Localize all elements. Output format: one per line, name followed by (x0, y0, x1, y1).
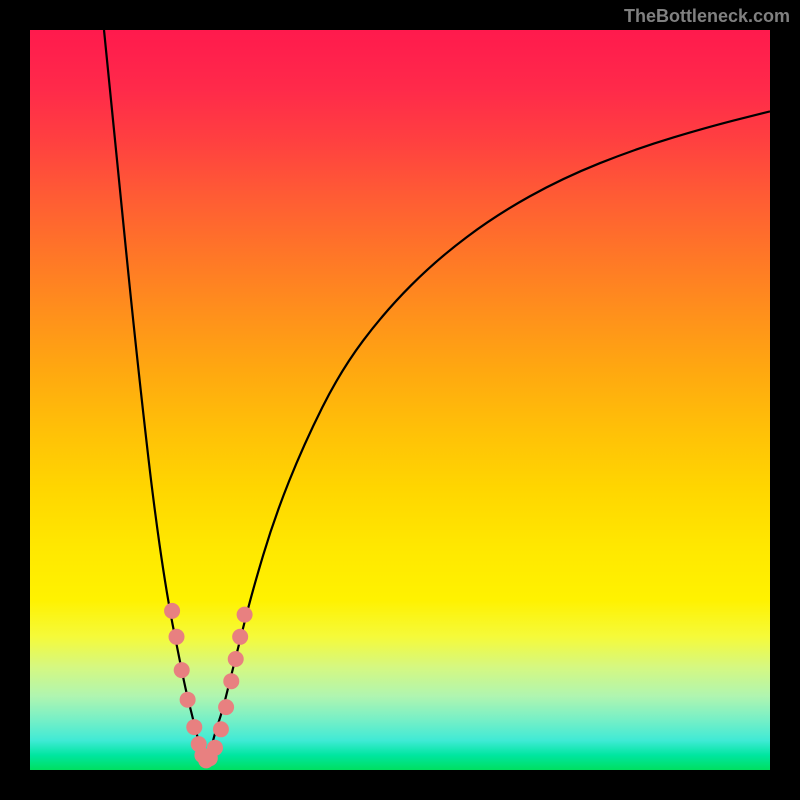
bottleneck-chart (30, 30, 770, 770)
data-marker-2 (174, 662, 190, 678)
data-marker-10 (213, 721, 229, 737)
curve-right-curve (208, 111, 770, 759)
marker-group (164, 603, 253, 768)
data-marker-14 (232, 629, 248, 645)
data-marker-13 (228, 651, 244, 667)
watermark-text: TheBottleneck.com (624, 6, 790, 27)
data-marker-1 (169, 629, 185, 645)
data-marker-11 (218, 699, 234, 715)
chart-svg (30, 30, 770, 770)
data-marker-4 (186, 719, 202, 735)
curve-left-curve (104, 30, 204, 759)
data-marker-15 (237, 607, 253, 623)
data-marker-0 (164, 603, 180, 619)
curve-group (104, 30, 770, 759)
data-marker-9 (207, 740, 223, 756)
data-marker-12 (223, 673, 239, 689)
data-marker-3 (180, 692, 196, 708)
